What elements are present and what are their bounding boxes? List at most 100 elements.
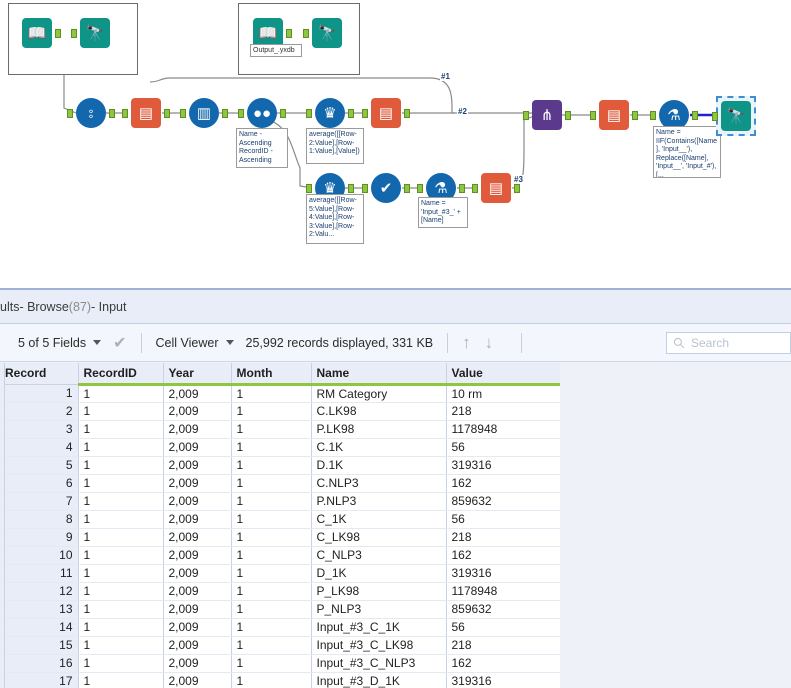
cell-value[interactable]: 859632 — [446, 600, 561, 619]
cell-value[interactable]: 162 — [446, 546, 561, 565]
input-port[interactable] — [650, 111, 656, 120]
cell-year[interactable]: 2,009 — [163, 474, 232, 493]
scroll-down-icon[interactable]: ↓ — [485, 333, 494, 353]
cell-name[interactable]: RM Category — [311, 384, 447, 403]
table-row[interactable]: 9 1 2,009 1 C_LK98 218 — [0, 528, 561, 547]
cell-record-number[interactable]: 8 — [0, 510, 79, 529]
column-header-recordid[interactable]: RecordID — [78, 363, 164, 386]
select-tool-2[interactable]: ▤ — [362, 98, 410, 128]
input-port[interactable] — [306, 109, 312, 118]
multi-row-formula-tool[interactable]: ♛ — [306, 98, 354, 128]
output-port[interactable] — [164, 109, 170, 118]
column-header-year[interactable]: Year — [163, 363, 232, 386]
table-row[interactable]: 12 1 2,009 1 P_LK98 1178948 — [0, 582, 561, 601]
cell-name[interactable]: Input_#3_C_NLP3 — [311, 654, 447, 673]
output-port[interactable] — [348, 109, 354, 118]
cell-name[interactable]: Input_#3_C_1K — [311, 618, 447, 637]
cell-name[interactable]: C_1K — [311, 510, 447, 529]
search-box[interactable] — [666, 332, 791, 354]
input-port[interactable] — [180, 109, 186, 118]
table-row[interactable]: 4 1 2,009 1 C.1K 56 — [0, 438, 561, 457]
cell-record-number[interactable]: 6 — [0, 474, 79, 493]
cell-value[interactable]: 56 — [446, 510, 561, 529]
cell-month[interactable]: 1 — [231, 438, 312, 457]
input-port[interactable] — [362, 184, 368, 193]
cell-value[interactable]: 1178948 — [446, 420, 561, 439]
output-port[interactable] — [55, 29, 61, 38]
cell-month[interactable]: 1 — [231, 420, 312, 439]
cell-record-number[interactable]: 11 — [0, 564, 79, 583]
cell-year[interactable]: 2,009 — [163, 564, 232, 583]
table-row[interactable]: 10 1 2,009 1 C_NLP3 162 — [0, 546, 561, 565]
cell-value[interactable]: 319316 — [446, 564, 561, 583]
output-port[interactable] — [222, 109, 228, 118]
output-port[interactable] — [692, 111, 698, 120]
browse-tool-selected[interactable]: 🔭 — [712, 101, 751, 131]
output-port[interactable] — [404, 109, 410, 118]
cell-month[interactable]: 1 — [231, 474, 312, 493]
grid-row-selector-strip[interactable] — [0, 363, 5, 688]
cell-record-number[interactable]: 17 — [0, 672, 79, 688]
cell-record-number[interactable]: 9 — [0, 528, 79, 547]
output-port[interactable] — [109, 109, 115, 118]
input-port[interactable] — [712, 112, 718, 121]
cell-month[interactable]: 1 — [231, 600, 312, 619]
input-port[interactable] — [71, 29, 77, 38]
cell-month[interactable]: 1 — [231, 672, 312, 688]
output-port[interactable] — [280, 109, 286, 118]
cell-record-number[interactable]: 15 — [0, 636, 79, 655]
input-port[interactable] — [67, 109, 73, 118]
cell-value[interactable]: 859632 — [446, 492, 561, 511]
cell-year[interactable]: 2,009 — [163, 618, 232, 637]
select-tool[interactable]: ▤ — [122, 98, 170, 128]
sort-tool-2[interactable]: ▤ — [590, 100, 638, 130]
cell-name[interactable]: D.1K — [311, 456, 447, 475]
cell-name[interactable]: C.NLP3 — [311, 474, 447, 493]
cell-record-number[interactable]: 5 — [0, 456, 79, 475]
table-row[interactable]: 7 1 2,009 1 P.NLP3 859632 — [0, 492, 561, 511]
cell-year[interactable]: 2,009 — [163, 456, 232, 475]
cell-month[interactable]: 1 — [231, 618, 312, 637]
cell-year[interactable]: 2,009 — [163, 600, 232, 619]
cell-month[interactable]: 1 — [231, 564, 312, 583]
cell-recordid[interactable]: 1 — [78, 420, 164, 439]
cell-year[interactable]: 2,009 — [163, 654, 232, 673]
cell-year[interactable]: 2,009 — [163, 546, 232, 565]
cell-name[interactable]: P.NLP3 — [311, 492, 447, 511]
cell-record-number[interactable]: 14 — [0, 618, 79, 637]
input-port[interactable] — [417, 184, 423, 193]
transpose-tool[interactable]: ⦂ — [67, 98, 115, 128]
cell-year[interactable]: 2,009 — [163, 438, 232, 457]
cell-record-number[interactable]: 3 — [0, 420, 79, 439]
cell-record-number[interactable]: 1 — [0, 384, 79, 403]
chevron-down-icon[interactable] — [225, 340, 234, 345]
chevron-down-icon[interactable] — [93, 340, 102, 345]
cell-month[interactable]: 1 — [231, 384, 312, 403]
cell-year[interactable]: 2,009 — [163, 420, 232, 439]
cell-recordid[interactable]: 1 — [78, 636, 164, 655]
cell-value[interactable]: 56 — [446, 618, 561, 637]
cell-month[interactable]: 1 — [231, 510, 312, 529]
cell-record-number[interactable]: 7 — [0, 492, 79, 511]
cell-name[interactable]: C.1K — [311, 438, 447, 457]
cell-year[interactable]: 2,009 — [163, 636, 232, 655]
cell-value[interactable]: 218 — [446, 528, 561, 547]
union-tool[interactable]: ⋔ — [523, 100, 571, 130]
cell-year[interactable]: 2,009 — [163, 384, 232, 403]
cell-value[interactable]: 1178948 — [446, 582, 561, 601]
column-header-name[interactable]: Name — [311, 363, 447, 386]
table-row[interactable]: 16 1 2,009 1 Input_#3_C_NLP3 162 — [0, 654, 561, 673]
cell-name[interactable]: C_NLP3 — [311, 546, 447, 565]
cell-value[interactable]: 218 — [446, 636, 561, 655]
cell-record-number[interactable]: 10 — [0, 546, 79, 565]
table-row[interactable]: 14 1 2,009 1 Input_#3_C_1K 56 — [0, 618, 561, 637]
workflow-canvas[interactable]: 📖 🔭 📖 🔭 Output_.yxdb ⦂ ▤ ▥ Name - Ascend… — [0, 0, 791, 288]
cell-name[interactable]: C_LK98 — [311, 528, 447, 547]
cell-record-number[interactable]: 13 — [0, 600, 79, 619]
input-port[interactable] — [306, 184, 312, 193]
cell-month[interactable]: 1 — [231, 528, 312, 547]
cell-month[interactable]: 1 — [231, 492, 312, 511]
cell-year[interactable]: 2,009 — [163, 528, 232, 547]
view-mode-selector[interactable]: Cell Viewer — [156, 336, 234, 350]
select-tool-3[interactable]: ▤ — [472, 173, 520, 203]
